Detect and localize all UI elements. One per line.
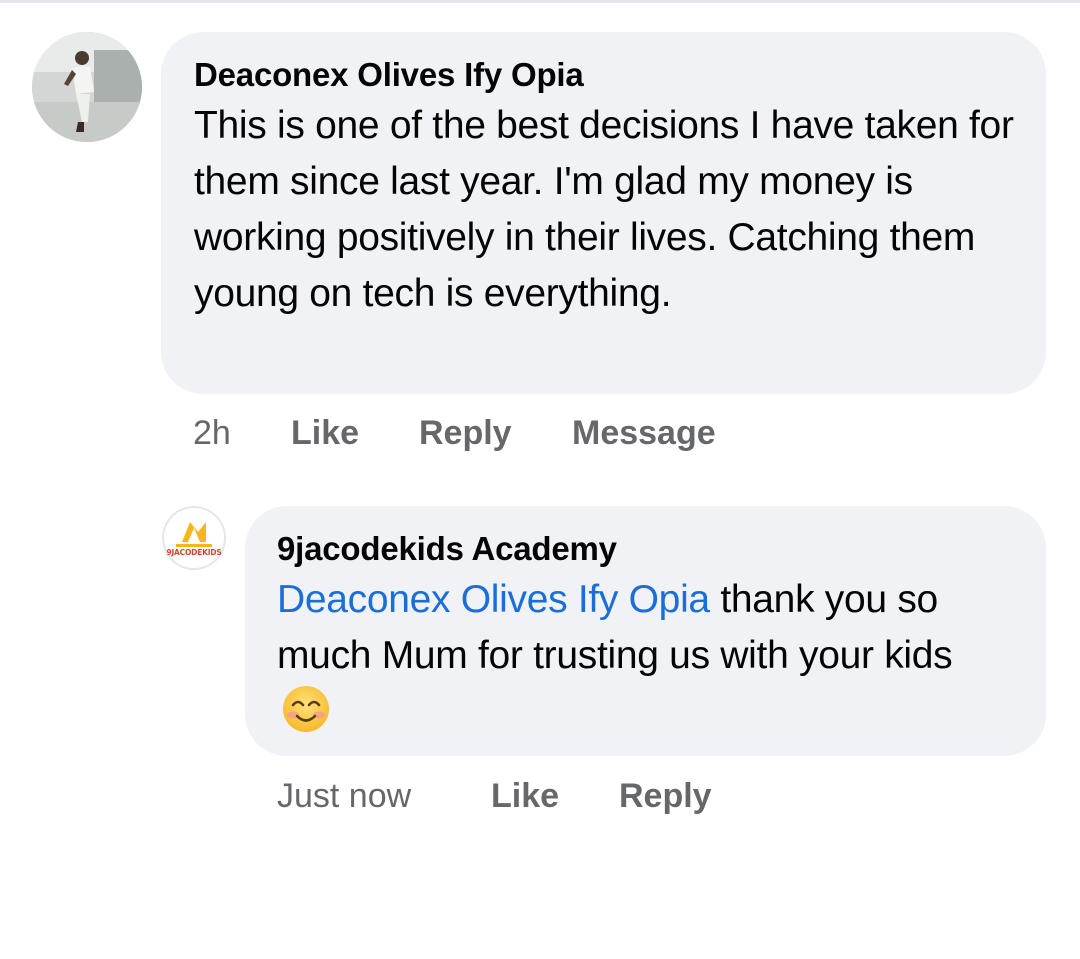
like-button[interactable]: Like [291, 414, 419, 453]
reply-reply-button[interactable]: Reply [619, 777, 712, 816]
comment-bubble: Deaconex Olives Ify Opia This is one of … [161, 32, 1046, 394]
reply-actions: Just now Like Reply [277, 777, 712, 816]
reply-timestamp[interactable]: Just now [277, 777, 491, 816]
profile-photo-icon [32, 32, 142, 142]
top-divider [0, 0, 1080, 3]
9jacodekids-logo-icon [176, 522, 212, 547]
comment-text: This is one of the best decisions I have… [194, 104, 1014, 315]
reply-button[interactable]: Reply [419, 414, 572, 453]
smiling-face-emoji-icon [283, 686, 329, 732]
reply-author-name[interactable]: 9jacodekids Academy [277, 528, 1016, 570]
logo-wordmark: 9JACODEKIDS [166, 548, 222, 557]
page-avatar[interactable]: 9JACODEKIDS [162, 506, 226, 570]
comment-author-name[interactable]: Deaconex Olives Ify Opia [194, 54, 1016, 96]
reply-like-button[interactable]: Like [491, 777, 619, 816]
comment-actions: 2h Like Reply Message [193, 414, 716, 453]
message-button[interactable]: Message [572, 414, 716, 453]
mention-link[interactable]: Deaconex Olives Ify Opia [277, 578, 710, 621]
commenter-avatar[interactable] [32, 32, 142, 142]
reply-text: Deaconex Olives Ify Opia thank you so mu… [277, 572, 1016, 741]
comment-timestamp[interactable]: 2h [193, 414, 291, 453]
reply-bubble: 9jacodekids Academy Deaconex Olives Ify … [245, 506, 1046, 756]
